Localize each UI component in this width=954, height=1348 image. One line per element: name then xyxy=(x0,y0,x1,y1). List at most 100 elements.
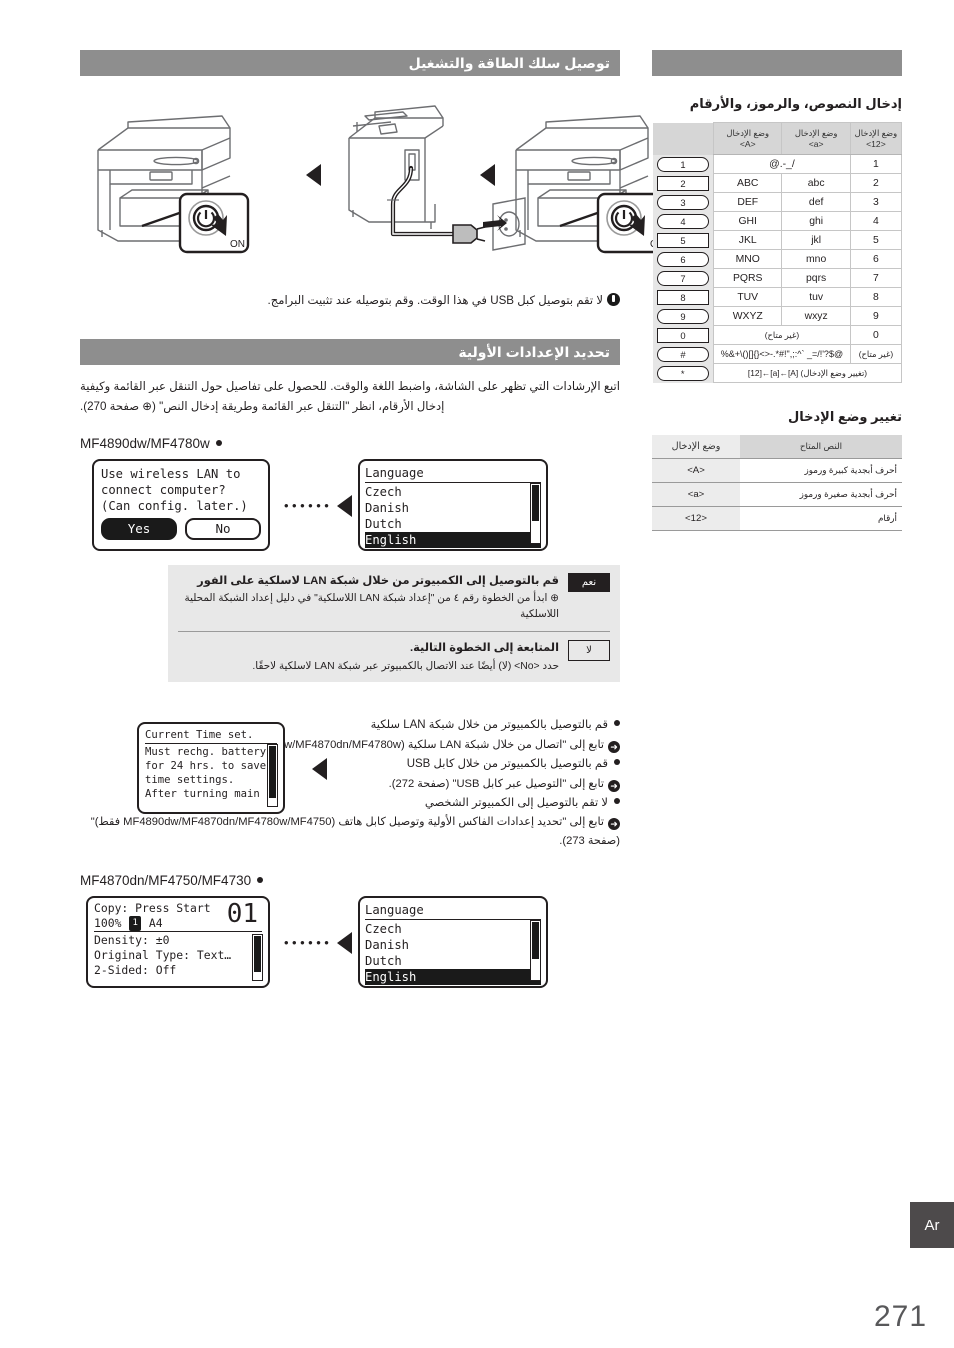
arrow-left-icon-1 xyxy=(337,494,353,517)
info-yes-text: قم بالتوصيل إلى الكمبيوتر من خلال شبكة L… xyxy=(178,573,559,623)
lcd-no-button[interactable]: No xyxy=(185,517,261,540)
cell-mode12-2: 2 xyxy=(849,173,903,194)
bullet-icon xyxy=(614,759,620,766)
lcd-language-menu-1[interactable]: Language Czech Danish Dutch English xyxy=(358,458,548,551)
cell-lower-8: tuv xyxy=(781,287,851,308)
left-column: توصيل سلك الطاقة والتشغيل ON لا تقم بتوص… xyxy=(80,50,670,992)
key-cell-7: 7 xyxy=(652,268,714,288)
cell-lower-4: ghi xyxy=(781,211,851,232)
cell-mode12-1: 1 xyxy=(849,154,903,175)
lcd-time-line-3: time settings. xyxy=(145,774,235,786)
cell-lower-6: mno xyxy=(781,249,851,270)
table-row: (تغيير وضع الإدخال) [A]←[a]←[12] * xyxy=(652,363,902,384)
keypad-key-1[interactable]: 1 xyxy=(657,156,709,172)
header-available-text: النص المتاح xyxy=(740,435,902,460)
keypad-key-0[interactable]: 0 xyxy=(657,327,709,343)
cell-mode12-0: 0 xyxy=(849,325,903,346)
cell-upper-2: ABC xyxy=(712,173,783,194)
keypad-key-8[interactable]: 8 xyxy=(657,289,709,305)
lcd-yes-button[interactable]: Yes xyxy=(101,517,177,540)
lcd-time-line-2: for 24 hrs. to save xyxy=(145,760,267,772)
cell-upper-4: GHI xyxy=(712,211,783,232)
lcd-time-line-1: Must rechg. battery xyxy=(145,746,267,758)
lcd-language-item-czech-2[interactable]: Czech xyxy=(365,921,541,937)
lcd-scrollbar-1[interactable] xyxy=(530,482,541,544)
right-column: إدخال النصوص، والرموز، والأرقام وضع الإد… xyxy=(652,50,903,532)
keypad-key-2[interactable]: 2 xyxy=(657,175,709,191)
info-divider xyxy=(178,631,610,633)
flow-arrow-dotted-1: •••••• xyxy=(284,494,353,517)
lcd-language-menu-2[interactable]: Language Czech Danish Dutch English xyxy=(358,896,548,989)
keypad-key-9[interactable]: 9 xyxy=(657,308,709,324)
lcd-language-item-danish-2[interactable]: Danish xyxy=(365,937,541,953)
usb-warning-note: لا تقم بتوصيل كبل USB في هذا الوقت. وقم … xyxy=(80,293,620,307)
model-group-1-text: MF4890dw/MF4780w xyxy=(80,435,210,451)
lcd-copy-2sided[interactable]: 2-Sided: Off xyxy=(94,963,262,978)
lcd-language-item-english-selected-1[interactable]: English xyxy=(365,531,541,548)
text-entry-table: وضع الإدخال <12> وضع الإدخال <a> وضع الإدخ… xyxy=(652,121,903,384)
lcd-language-item-dutch-1[interactable]: Dutch xyxy=(365,516,541,532)
bullet-icon xyxy=(614,720,620,727)
lcd-scrollbar-2[interactable] xyxy=(530,920,541,982)
tag-yes: نعم xyxy=(568,572,610,592)
lcd-scrollbar-time[interactable] xyxy=(267,744,278,807)
cell-lower-2: abc xyxy=(781,173,851,194)
keypad-key-3[interactable]: 3 xyxy=(657,194,709,210)
keypad-key-4[interactable]: 4 xyxy=(657,213,709,229)
cell-mode-switch: (تغيير وضع الإدخال) [A]←[a]←[12] xyxy=(713,363,902,384)
lcd-scrollbar-copy[interactable] xyxy=(252,934,263,982)
text-entry-title: إدخال النصوص، والرموز، والأرقام xyxy=(689,96,902,111)
keypad-key-6[interactable]: 6 xyxy=(657,251,709,267)
arrow-left-icon-3 xyxy=(337,932,353,955)
header-input-mode: وضع الإدخال xyxy=(652,435,740,460)
lcd-language-item-czech-1[interactable]: Czech xyxy=(365,484,541,500)
cell-mode12-6: 6 xyxy=(849,249,903,270)
bullet-icon xyxy=(614,797,620,804)
lcd-copy-original-type[interactable]: Original Type: Text… xyxy=(94,948,262,963)
bullet-icon xyxy=(257,877,264,884)
info-row-no: لا المتابعة إلى الخطوة التالية. حدد <No>… xyxy=(178,640,610,674)
lcd-language-title-2: Language xyxy=(365,902,541,921)
table-header-row: النص المتاح وضع الإدخال xyxy=(652,435,902,460)
cell-mode12-4: 4 xyxy=(849,211,903,232)
info-row-yes: نعم قم بالتوصيل إلى الكمبيوتر من خلال شب… xyxy=(178,572,610,623)
table-row: 9 wxyz WXYZ 9 xyxy=(652,306,903,327)
lcd-copy-density[interactable]: Density: ±0 xyxy=(94,933,262,948)
lcd-language-item-dutch-2[interactable]: Dutch xyxy=(365,953,541,969)
keypad-key-hash[interactable]: # xyxy=(657,346,709,362)
keypad-key-7[interactable]: 7 xyxy=(657,270,709,286)
power-illustration-group: ON xyxy=(80,86,670,291)
bullet-icon xyxy=(215,439,222,446)
input-mode-table: النص المتاح وضع الإدخال أحرف أبجدية كبير… xyxy=(652,435,902,532)
lcd-copy-screen[interactable]: Copy: Press Start 100% 1 A4 01 Density: … xyxy=(86,896,270,989)
lcd-wireless-buttons: Yes No xyxy=(101,517,261,540)
table-row: (غير متاح) @$?'!/=_ `^:;,"!#*.-<>{}[]()\… xyxy=(652,344,903,365)
list-item-sub: ➜تابع إلى "تحديد إعدادات الفاكس الأولية … xyxy=(80,813,620,851)
lcd-wireless-prompt[interactable]: Use wireless LAN to connect computer? (C… xyxy=(92,458,270,551)
keypad-key-star[interactable]: * xyxy=(656,365,709,381)
model-group-label-1: MF4890dw/MF4780w xyxy=(80,436,620,451)
bullet-text-0: قم بالتوصيل بالكمبيوتر من خلال شبكة LAN … xyxy=(370,719,608,732)
lcd-language-item-danish-1[interactable]: Danish xyxy=(365,500,541,516)
table-row: 5 jkl JKL 5 xyxy=(652,230,903,251)
table-row: 7 pqrs PQRS 7 xyxy=(652,268,903,289)
language-tab: Ar xyxy=(910,1202,954,1248)
key-cell-6: 6 xyxy=(652,249,714,269)
info-yes-title: قم بالتوصيل إلى الكمبيوتر من خلال شبكة L… xyxy=(197,574,559,587)
info-yes-desc: ⊕ ابدأ من الخطوة رقم ٤ من "إعداد شبكة LA… xyxy=(184,593,559,620)
cell-mode12-hash: (غير متاح) xyxy=(849,344,903,365)
printer-front-on-illustration: ON xyxy=(97,115,250,254)
lcd-current-time-set[interactable]: Current Time set. Must rechg. battery fo… xyxy=(137,722,285,814)
table-row: 6 mno MNO 6 xyxy=(652,249,903,270)
lcd-language-item-english-selected-2[interactable]: English xyxy=(365,969,541,986)
lcd-time-line-4: After turning main xyxy=(145,788,260,800)
mode-text-numbers: أرقام xyxy=(740,506,902,532)
screen-row-2: Language Czech Danish Dutch English ••••… xyxy=(80,896,620,992)
bullet-sub-1: تابع إلى "التوصيل عبر كابل USB" (صفحة 27… xyxy=(388,777,604,790)
key-cell-3: 3 xyxy=(652,192,714,212)
table-row: 2 abc ABC 2 xyxy=(652,173,903,194)
screen-row-1: Language Czech Danish Dutch English ••••… xyxy=(80,458,620,555)
mode-text-upper: أحرف أبجدية كبيرة ورموز xyxy=(740,458,902,484)
keypad-key-5[interactable]: 5 xyxy=(657,232,709,248)
header-mode-lower: وضع الإدخال <a> xyxy=(781,121,851,156)
